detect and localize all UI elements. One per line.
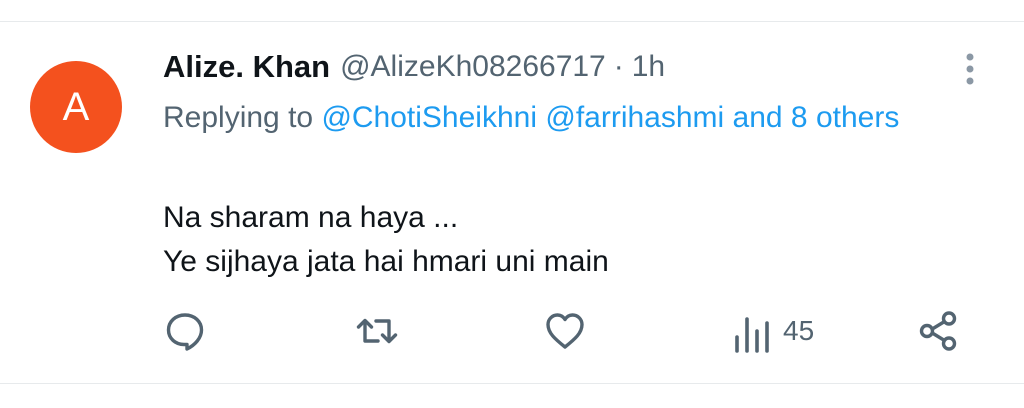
action-bar: 45: [163, 308, 963, 354]
views-icon: [731, 309, 775, 353]
mention-link[interactable]: @ChotiSheikhni: [321, 101, 537, 134]
views-button[interactable]: 45: [731, 308, 814, 354]
tweet-header: Alize. Khan @AlizeKh08266717 · 1h: [163, 46, 665, 88]
others-link[interactable]: and 8 others: [733, 101, 900, 134]
retweet-button[interactable]: [355, 308, 399, 354]
heart-icon: [543, 309, 587, 353]
tweet-line: Na sharam na haya ...: [163, 201, 459, 234]
tweet-text: Na sharam na haya ... Ye sijhaya jata ha…: [163, 196, 609, 284]
share-button[interactable]: [917, 308, 961, 354]
reply-button[interactable]: [163, 308, 207, 354]
top-divider: [0, 21, 1024, 22]
retweet-icon: [355, 309, 399, 353]
user-handle[interactable]: @AlizeKh08266717: [340, 50, 606, 84]
like-button[interactable]: [543, 308, 587, 354]
reply-icon: [163, 309, 207, 353]
replying-to: Replying to @ChotiSheikhni @farrihashmi …: [163, 96, 923, 140]
bottom-divider: [0, 383, 1024, 384]
display-name[interactable]: Alize. Khan: [163, 49, 330, 85]
avatar[interactable]: A: [30, 61, 122, 153]
timestamp[interactable]: 1h: [632, 50, 665, 84]
mention-link[interactable]: @farrihashmi: [545, 101, 724, 134]
tweet-line: Ye sijhaya jata hai hmari uni main: [163, 245, 609, 278]
more-options-icon[interactable]: [958, 48, 982, 90]
avatar-letter: A: [62, 84, 90, 129]
separator-dot: ·: [613, 50, 624, 83]
views-count: 45: [783, 315, 815, 346]
share-icon: [917, 309, 961, 353]
replying-prefix: Replying to: [163, 101, 314, 134]
